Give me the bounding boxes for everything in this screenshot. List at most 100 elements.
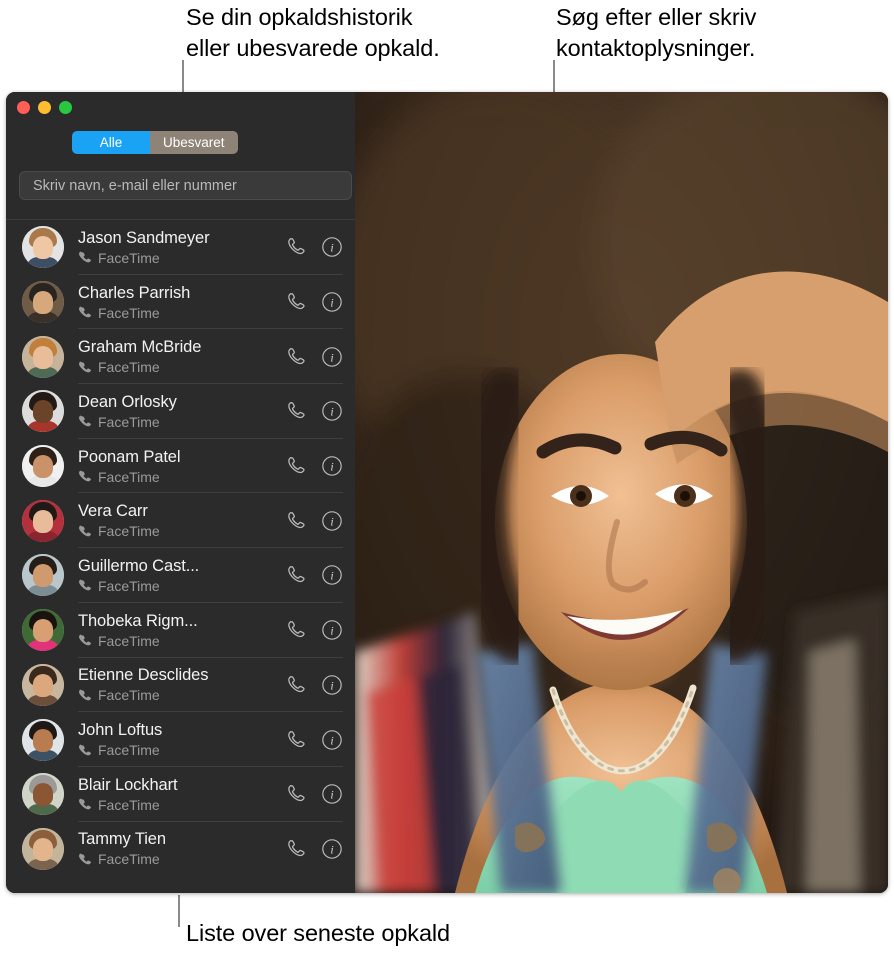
avatar	[22, 773, 64, 816]
svg-text:i: i	[330, 569, 333, 583]
call-filter-segmented-control[interactable]: Alle Ubesvaret	[72, 131, 238, 154]
call-item-text: Graham McBride FaceTime	[78, 329, 275, 384]
call-item-actions: i	[285, 291, 343, 313]
avatar	[22, 390, 64, 433]
info-icon[interactable]: i	[321, 510, 343, 532]
call-item-actions: i	[285, 510, 343, 532]
tab-alle[interactable]: Alle	[72, 131, 150, 154]
contact-name: Etienne Desclides	[78, 666, 209, 685]
svg-text:i: i	[330, 788, 333, 802]
phone-icon[interactable]	[285, 619, 307, 641]
callout-recent-calls-list: Liste over seneste opkald	[186, 920, 450, 946]
search-input[interactable]	[33, 177, 338, 194]
call-list-item[interactable]: Thobeka Rigm... FaceTime i	[6, 603, 355, 658]
call-list-item[interactable]: John Loftus FaceTime i	[6, 712, 355, 767]
contact-name: Charles Parrish	[78, 283, 191, 302]
contact-name: Graham McBride	[78, 338, 202, 357]
call-service-line: FaceTime	[78, 578, 275, 595]
call-service-label: FaceTime	[98, 851, 160, 868]
phone-icon[interactable]	[285, 400, 307, 422]
recent-calls-list[interactable]: Jason Sandmeyer FaceTime i Charles Parrish F…	[6, 220, 355, 893]
minimize-button[interactable]	[38, 101, 51, 114]
avatar	[22, 554, 64, 597]
info-icon[interactable]: i	[321, 400, 343, 422]
call-service-label: FaceTime	[98, 523, 160, 540]
info-icon[interactable]: i	[321, 291, 343, 313]
info-icon[interactable]: i	[321, 346, 343, 368]
info-icon[interactable]: i	[321, 838, 343, 860]
contact-name: Poonam Patel	[78, 447, 181, 466]
phone-icon[interactable]	[285, 838, 307, 860]
call-service-line: FaceTime	[78, 523, 275, 540]
call-item-text: Guillermo Cast... FaceTime	[78, 548, 275, 603]
info-icon[interactable]: i	[321, 674, 343, 696]
call-item-text: Poonam Patel FaceTime	[78, 439, 275, 494]
info-icon[interactable]: i	[321, 783, 343, 805]
avatar	[22, 827, 64, 870]
window-controls	[17, 101, 72, 114]
tab-ubesvaret[interactable]: Ubesvaret	[150, 131, 238, 154]
phone-icon[interactable]	[285, 729, 307, 751]
phone-icon[interactable]	[285, 346, 307, 368]
phone-icon[interactable]	[285, 564, 307, 586]
call-item-actions: i	[285, 400, 343, 422]
call-service-label: FaceTime	[98, 249, 160, 266]
phone-icon[interactable]	[285, 455, 307, 477]
call-item-text: Blair Lockhart FaceTime	[78, 767, 275, 822]
phone-small-icon	[78, 525, 92, 539]
call-list-item[interactable]: Poonam Patel FaceTime i	[6, 439, 355, 494]
call-list-item[interactable]: Etienne Desclides FaceTime i	[6, 658, 355, 713]
screenshot-root: Se din opkaldshistorik eller ubesvarede …	[0, 0, 894, 958]
call-item-text: John Loftus FaceTime	[78, 712, 275, 767]
call-list-item[interactable]: Blair Lockhart FaceTime i	[6, 767, 355, 822]
info-icon[interactable]: i	[321, 236, 343, 258]
call-service-label: FaceTime	[98, 413, 160, 430]
contact-name: Vera Carr	[78, 502, 148, 521]
call-service-label: FaceTime	[98, 796, 160, 813]
call-item-text: Thobeka Rigm... FaceTime	[78, 603, 275, 658]
call-item-text: Dean Orlosky FaceTime	[78, 384, 275, 439]
call-item-text: Charles Parrish FaceTime	[78, 275, 275, 330]
zoom-button[interactable]	[59, 101, 72, 114]
call-item-actions: i	[285, 236, 343, 258]
call-list-item[interactable]: Tammy Tien FaceTime i	[6, 822, 355, 877]
phone-icon[interactable]	[285, 783, 307, 805]
svg-text:i: i	[330, 624, 333, 638]
info-icon[interactable]: i	[321, 455, 343, 477]
phone-small-icon	[78, 470, 92, 484]
svg-text:i: i	[330, 405, 333, 419]
search-field[interactable]	[19, 171, 352, 200]
svg-text:i: i	[330, 514, 333, 528]
call-service-label: FaceTime	[98, 687, 160, 704]
sidebar: Alle Ubesvaret Jason SandmeyerFaceTimeiC…	[6, 92, 355, 893]
svg-text:i: i	[330, 733, 333, 747]
call-list-item[interactable]: Dean Orlosky FaceTime i	[6, 384, 355, 439]
info-icon[interactable]: i	[321, 564, 343, 586]
call-list-item[interactable]: Graham McBride FaceTime i	[6, 329, 355, 385]
phone-icon[interactable]	[285, 510, 307, 532]
contact-name: Thobeka Rigm...	[78, 611, 198, 630]
phone-icon[interactable]	[285, 674, 307, 696]
contact-name: Blair Lockhart	[78, 775, 178, 794]
info-icon[interactable]: i	[321, 729, 343, 751]
call-list-item[interactable]: Jason Sandmeyer FaceTime i	[6, 220, 355, 275]
call-service-label: FaceTime	[98, 359, 160, 376]
phone-small-icon	[78, 251, 92, 265]
call-service-label: FaceTime	[98, 468, 160, 485]
call-service-line: FaceTime	[78, 687, 275, 704]
close-button[interactable]	[17, 101, 30, 114]
phone-icon[interactable]	[285, 291, 307, 313]
call-list-item[interactable]: Charles Parrish FaceTime i	[6, 275, 355, 330]
call-list-item[interactable]: Vera Carr FaceTime i	[6, 493, 355, 549]
callout-search-contacts: Søg efter eller skriv kontaktoplysninger…	[556, 4, 757, 61]
contact-name: Guillermo Cast...	[78, 556, 200, 575]
phone-small-icon	[78, 579, 92, 593]
call-service-line: FaceTime	[78, 797, 275, 814]
info-icon[interactable]: i	[321, 619, 343, 641]
callout-call-history: Se din opkaldshistorik eller ubesvarede …	[186, 4, 440, 61]
call-service-label: FaceTime	[98, 632, 160, 649]
call-list-item[interactable]: Guillermo Cast... FaceTime i	[6, 548, 355, 603]
contact-name: Jason Sandmeyer	[78, 228, 210, 247]
svg-text:i: i	[330, 350, 333, 364]
phone-icon[interactable]	[285, 236, 307, 258]
